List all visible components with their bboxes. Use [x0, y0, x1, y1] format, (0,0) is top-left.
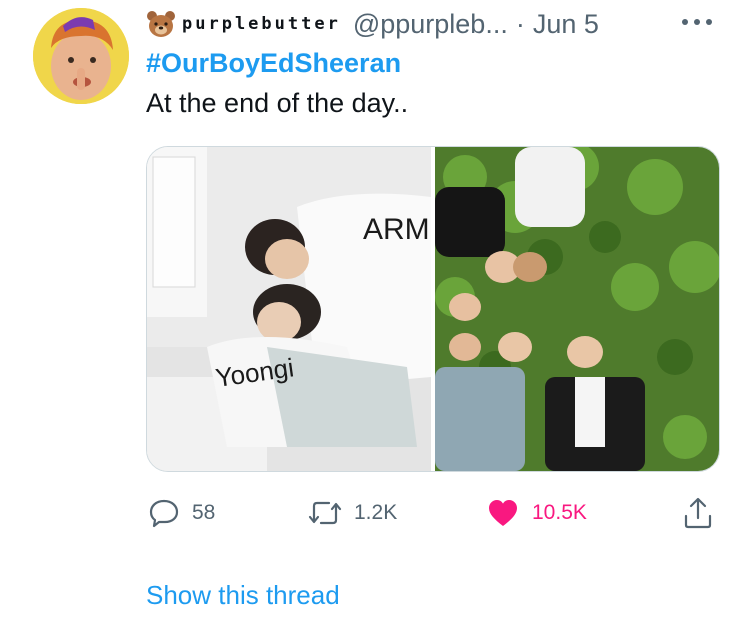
share-icon	[682, 496, 714, 530]
heart-icon	[486, 497, 520, 529]
tweet-text: At the end of the day..	[146, 88, 409, 118]
reply-icon	[148, 497, 180, 529]
separator-dot: ·	[515, 8, 525, 39]
hashtag-link[interactable]: #OurBoyEdSheeran	[146, 48, 401, 79]
tweet-media[interactable]: ARM Yoongi	[146, 146, 720, 472]
show-thread-link[interactable]: Show this thread	[146, 580, 340, 611]
media-image-left[interactable]: ARM Yoongi	[147, 147, 431, 471]
left-caption-top: ARM	[363, 213, 430, 246]
reply-button[interactable]: 58	[148, 494, 215, 532]
media-image-right[interactable]	[435, 147, 719, 471]
like-button[interactable]: 10.5K	[486, 494, 587, 532]
like-count: 10.5K	[532, 501, 587, 524]
display-name[interactable]: purplebutter	[182, 14, 341, 34]
tweet-header: purplebutter @ppurpleb... · Jun 5	[146, 4, 599, 44]
tweet-date[interactable]: Jun 5	[533, 9, 599, 40]
retweet-count: 1.2K	[354, 501, 398, 524]
retweet-icon	[308, 497, 342, 529]
reply-count: 58	[192, 501, 216, 524]
retweet-button[interactable]: 1.2K	[308, 494, 397, 532]
user-handle[interactable]: @ppurpleb...	[353, 9, 508, 40]
bear-emoji-icon	[146, 10, 176, 38]
more-icon[interactable]	[678, 10, 716, 34]
share-button[interactable]	[682, 494, 714, 532]
avatar[interactable]	[33, 8, 129, 104]
tweet-actions: 58 1.2K 10.5K	[146, 494, 718, 532]
